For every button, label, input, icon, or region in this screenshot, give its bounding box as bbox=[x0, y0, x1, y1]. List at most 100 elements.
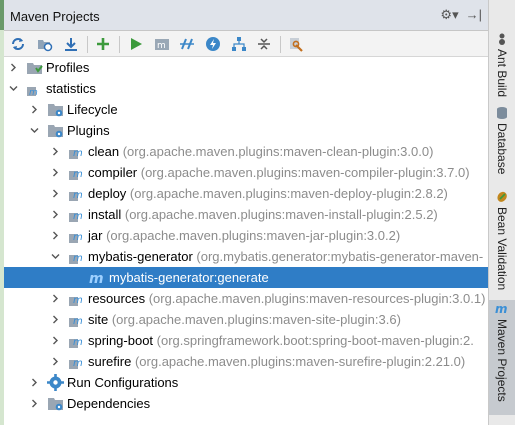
folder-gear-icon bbox=[48, 125, 63, 138]
chevron-down-icon[interactable] bbox=[9, 84, 18, 93]
svg-text:m: m bbox=[73, 337, 83, 348]
tree-row-clean[interactable]: m clean (org.apache.maven.plugins:maven-c… bbox=[4, 141, 488, 162]
tree-row-install[interactable]: m install (org.apache.maven.plugins:maven… bbox=[4, 204, 488, 225]
tree-row-surefire[interactable]: m surefire (org.apache.maven.plugins:mave… bbox=[4, 351, 488, 372]
folder-refresh-icon bbox=[38, 40, 53, 52]
svg-text:m: m bbox=[73, 316, 83, 327]
toggle-offline-button[interactable] bbox=[177, 34, 197, 54]
title-actions: ⚙▾ →| bbox=[440, 6, 482, 24]
refresh-icon bbox=[12, 38, 24, 50]
node-name: mybatis-generator bbox=[88, 249, 193, 264]
node-name: install bbox=[88, 207, 122, 222]
gear-icon[interactable]: ⚙▾ bbox=[440, 6, 458, 24]
chevron-right-icon[interactable] bbox=[51, 168, 60, 177]
tree-row-mybatis-generator-generate[interactable]: m mybatis-generator:generate bbox=[4, 267, 488, 288]
maven-settings-button[interactable] bbox=[287, 34, 307, 54]
chevron-down-icon[interactable] bbox=[30, 126, 39, 135]
maven-project-icon: m bbox=[27, 87, 38, 97]
node-name: jar bbox=[88, 228, 103, 243]
chevron-right-icon[interactable] bbox=[51, 189, 60, 198]
panel-title: Maven Projects bbox=[10, 9, 100, 24]
tree-row-spring-boot[interactable]: m spring-boot (org.springframework.boot:s… bbox=[4, 330, 488, 351]
maven-m-icon: m bbox=[495, 302, 508, 316]
chevron-right-icon[interactable] bbox=[51, 210, 60, 219]
tree-row-resources[interactable]: m resources (org.apache.maven.plugins:mav… bbox=[4, 288, 488, 309]
chevron-right-icon[interactable] bbox=[51, 315, 60, 324]
chevron-right-icon[interactable] bbox=[9, 63, 18, 72]
profiles-icon bbox=[27, 63, 43, 74]
tree-row-plugins[interactable]: Plugins bbox=[4, 120, 488, 141]
collapse-icon bbox=[258, 38, 270, 50]
skip-tests-button[interactable] bbox=[203, 34, 223, 54]
tree-row-mybatis-generator[interactable]: m mybatis-generator (org.mybatis.generato… bbox=[4, 246, 488, 267]
reimport-button[interactable] bbox=[8, 34, 28, 54]
tree-label: mybatis-generator (org.mybatis.generator… bbox=[88, 249, 483, 264]
maven-plugin-icon: m bbox=[69, 211, 83, 222]
sidebar-tab-label: Maven Projects bbox=[495, 319, 509, 402]
tree-row-lifecycle[interactable]: Lifecycle bbox=[4, 99, 488, 120]
svg-text:m: m bbox=[73, 169, 83, 180]
maven-projects-panel: Maven Projects ⚙▾ →| m Profiles m statis… bbox=[4, 0, 488, 425]
add-project-button[interactable] bbox=[93, 34, 113, 54]
maven-plugin-icon: m bbox=[69, 316, 83, 327]
node-name: compiler bbox=[88, 165, 138, 180]
node-name: Lifecycle bbox=[67, 102, 118, 117]
tree-label: Profiles bbox=[46, 60, 89, 75]
tree-label: resources (org.apache.maven.plugins:mave… bbox=[88, 291, 485, 306]
node-name: surefire bbox=[88, 354, 132, 369]
sidebar-tab-ant-build[interactable]: Ant Build bbox=[489, 30, 515, 97]
sidebar-tab-label: Database bbox=[495, 123, 509, 175]
gear-icon bbox=[47, 374, 64, 391]
sidebar-tab-bean-validation[interactable]: Bean Validation bbox=[489, 188, 515, 298]
download-sources-button[interactable] bbox=[61, 34, 81, 54]
tree-row-dependencies[interactable]: Dependencies bbox=[4, 393, 488, 414]
chevron-right-icon[interactable] bbox=[51, 231, 60, 240]
database-icon bbox=[497, 107, 507, 119]
plus-icon bbox=[97, 38, 109, 50]
pin-right-icon[interactable]: →| bbox=[466, 6, 482, 24]
chevron-right-icon[interactable] bbox=[51, 294, 60, 303]
generate-sources-button[interactable] bbox=[35, 34, 55, 54]
sidebar-tab-database[interactable]: Database bbox=[489, 104, 515, 174]
node-name: Profiles bbox=[46, 60, 90, 75]
m-goal-icon: m bbox=[155, 39, 169, 51]
panel-title-bar: Maven Projects ⚙▾ →| bbox=[4, 0, 488, 31]
tree-row-site[interactable]: m site (org.apache.maven.plugins:maven-si… bbox=[4, 309, 488, 330]
chevron-right-icon[interactable] bbox=[30, 378, 39, 387]
chevron-right-icon[interactable] bbox=[30, 399, 39, 408]
tree-row-profiles[interactable]: Profiles bbox=[4, 57, 488, 78]
run-goal-button[interactable] bbox=[126, 34, 146, 54]
chevron-right-icon[interactable] bbox=[51, 336, 60, 345]
node-name: Run Configurations bbox=[67, 375, 179, 390]
project-tree: Profiles m statistics Lifecycle Plugins m clea… bbox=[4, 57, 488, 425]
maven-plugin-icon: m bbox=[69, 253, 83, 264]
execute-maven-goal-button[interactable]: m bbox=[152, 34, 172, 54]
collapse-all-button[interactable] bbox=[254, 34, 274, 54]
sidebar-tab-label: Bean Validation bbox=[495, 207, 509, 291]
plugin-coordinates: (org.apache.maven.plugins:maven-jar-plug… bbox=[102, 228, 401, 243]
maven-plugin-icon: m bbox=[69, 232, 83, 243]
show-dependencies-button[interactable] bbox=[229, 34, 249, 54]
tree-row-deploy[interactable]: m deploy (org.apache.maven.plugins:maven-… bbox=[4, 183, 488, 204]
chevron-right-icon[interactable] bbox=[30, 105, 39, 114]
chevron-right-icon[interactable] bbox=[51, 147, 60, 156]
folder-gear-icon bbox=[48, 398, 63, 411]
svg-text:m: m bbox=[29, 88, 38, 97]
maven-goal-icon: m bbox=[89, 271, 104, 286]
svg-text:m: m bbox=[73, 253, 83, 264]
plugin-coordinates: (org.apache.maven.plugins:maven-compiler… bbox=[137, 165, 470, 180]
play-icon bbox=[131, 38, 142, 50]
tree-row-statistics[interactable]: m statistics bbox=[4, 78, 488, 99]
node-name: resources bbox=[88, 291, 146, 306]
node-name: statistics bbox=[46, 81, 96, 96]
chevron-down-icon[interactable] bbox=[51, 252, 60, 261]
tree-row-jar[interactable]: m jar (org.apache.maven.plugins:maven-jar… bbox=[4, 225, 488, 246]
chevron-right-icon[interactable] bbox=[51, 357, 60, 366]
tree-label: statistics bbox=[46, 81, 96, 96]
tree-row-run-configurations[interactable]: Run Configurations bbox=[4, 372, 488, 393]
sidebar-tab-maven-projects[interactable]: m Maven Projects bbox=[489, 300, 515, 415]
node-name: mybatis-generator:generate bbox=[109, 270, 269, 285]
svg-text:m: m bbox=[73, 148, 83, 159]
right-tool-sidebar: Ant Build Database Bean Validation m Maven P… bbox=[488, 0, 515, 425]
tree-row-compiler[interactable]: m compiler (org.apache.maven.plugins:mave… bbox=[4, 162, 488, 183]
